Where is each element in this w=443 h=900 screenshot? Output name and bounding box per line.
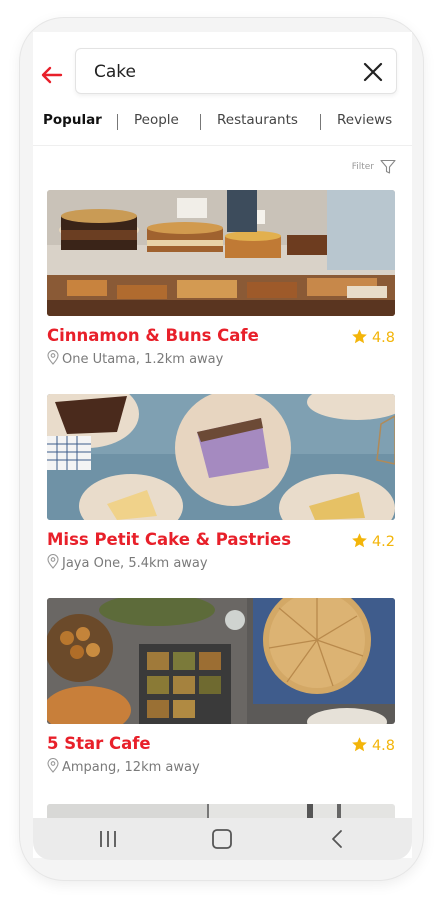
restaurant-card[interactable]: Cinnamon & Buns Cafe 4.8 One Utama, 1.2k… bbox=[47, 190, 395, 380]
map-pin-icon bbox=[47, 554, 59, 569]
restaurant-name[interactable]: 5 Star Cafe bbox=[47, 734, 151, 753]
search-bar bbox=[75, 48, 397, 94]
restaurant-photo bbox=[47, 190, 395, 316]
back-chevron-icon bbox=[332, 830, 342, 848]
location-text: Jaya One, 5.4km away bbox=[62, 556, 208, 571]
star-icon bbox=[352, 533, 367, 548]
tab-divider bbox=[117, 114, 118, 130]
search-category-tabs: Popular People Restaurants Reviews bbox=[33, 112, 412, 140]
system-navigation-bar bbox=[33, 818, 412, 860]
filter-label: Filter bbox=[351, 162, 374, 172]
rating-value: 4.2 bbox=[371, 534, 395, 550]
filter-button[interactable]: Filter bbox=[336, 159, 396, 177]
location-text: One Utama, 1.2km away bbox=[62, 352, 224, 367]
funnel-icon bbox=[380, 159, 396, 174]
tab-people[interactable]: People bbox=[134, 112, 179, 128]
tab-restaurants[interactable]: Restaurants bbox=[217, 112, 298, 128]
restaurant-location: Jaya One, 5.4km away bbox=[47, 554, 208, 571]
star-icon bbox=[352, 329, 367, 344]
rating-value: 4.8 bbox=[371, 738, 395, 754]
rating-value: 4.8 bbox=[371, 330, 395, 346]
app-screen: Popular People Restaurants Reviews Filte… bbox=[33, 32, 412, 858]
map-pin-icon bbox=[47, 758, 59, 773]
recents-button[interactable] bbox=[95, 827, 121, 851]
restaurant-location: One Utama, 1.2km away bbox=[47, 350, 223, 367]
recents-icon bbox=[100, 831, 116, 847]
back-button[interactable] bbox=[39, 62, 65, 88]
rating: 4.8 bbox=[351, 735, 395, 755]
arrow-left-icon bbox=[41, 66, 63, 84]
divider bbox=[33, 145, 412, 146]
restaurant-photo bbox=[47, 394, 395, 520]
home-button[interactable] bbox=[209, 827, 235, 851]
location-text: Ampang, 12km away bbox=[62, 760, 200, 775]
tab-divider bbox=[200, 114, 201, 130]
tab-reviews[interactable]: Reviews bbox=[337, 112, 392, 128]
star-icon bbox=[352, 737, 367, 752]
restaurant-location: Ampang, 12km away bbox=[47, 758, 200, 775]
map-pin-icon bbox=[47, 350, 59, 365]
home-icon bbox=[212, 829, 232, 849]
clear-search-button[interactable] bbox=[362, 61, 384, 83]
close-icon bbox=[363, 62, 383, 82]
restaurant-name[interactable]: Cinnamon & Buns Cafe bbox=[47, 326, 259, 345]
restaurant-photo bbox=[47, 598, 395, 724]
restaurant-card[interactable]: 5 Star Cafe 4.8 Ampang, 12km away bbox=[47, 598, 395, 788]
rating: 4.2 bbox=[351, 531, 395, 551]
tab-popular[interactable]: Popular bbox=[43, 112, 102, 128]
restaurant-name[interactable]: Miss Petit Cake & Pastries bbox=[47, 530, 291, 549]
system-back-button[interactable] bbox=[325, 827, 351, 851]
restaurant-card[interactable]: Miss Petit Cake & Pastries 4.2 Jaya One,… bbox=[47, 394, 395, 584]
search-input[interactable] bbox=[94, 59, 344, 85]
tab-divider bbox=[320, 114, 321, 130]
rating: 4.8 bbox=[351, 327, 395, 347]
